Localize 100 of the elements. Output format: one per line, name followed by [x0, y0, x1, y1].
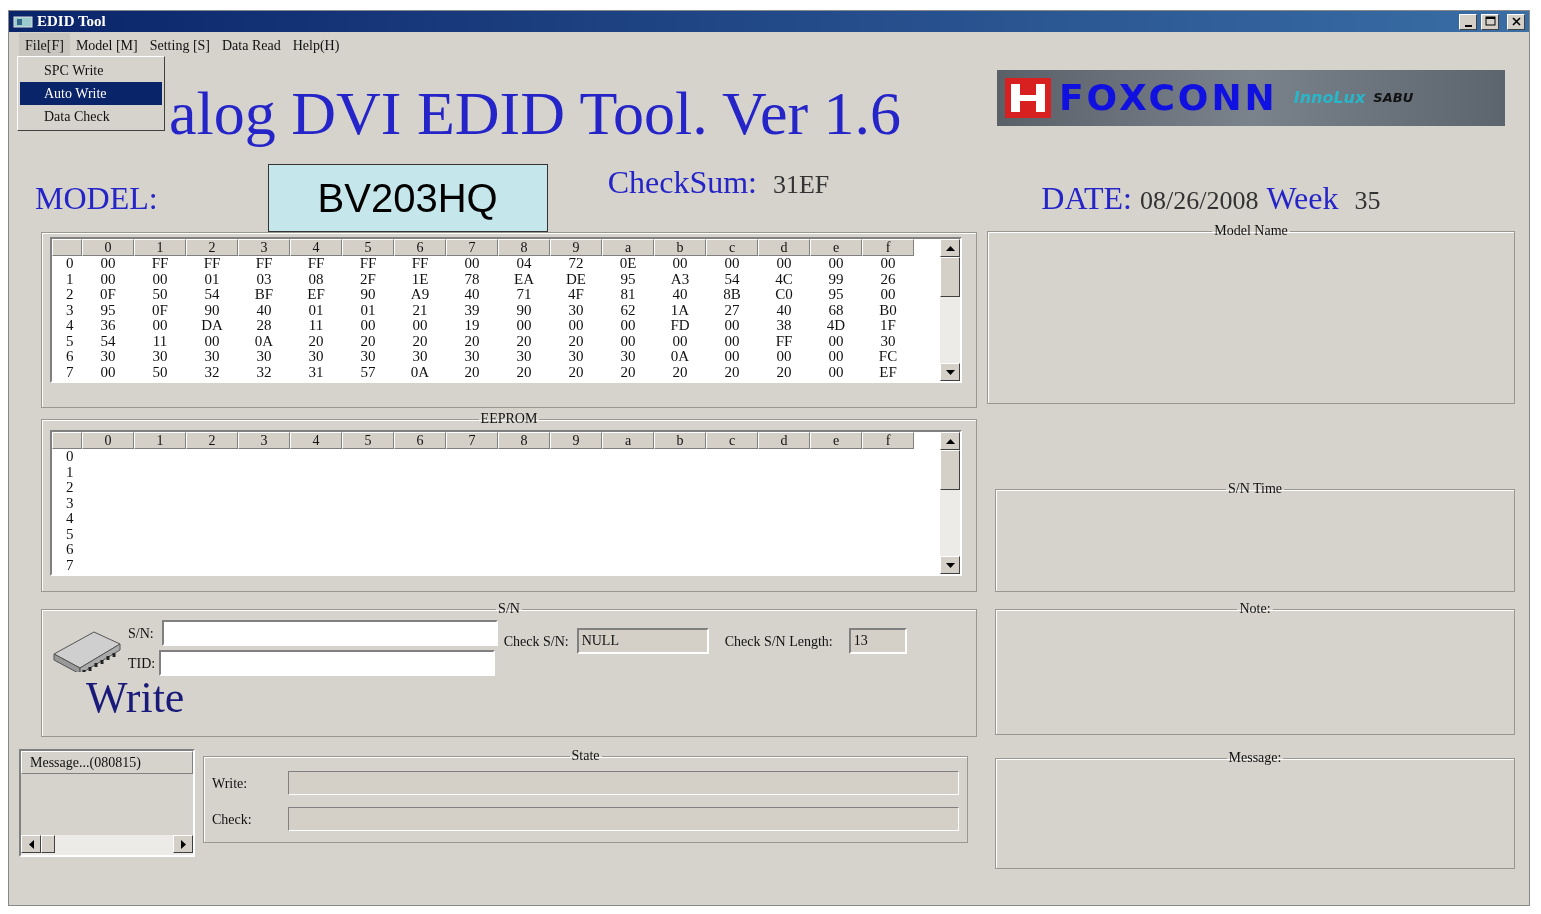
- menu-item[interactable]: Data Read: [216, 32, 287, 58]
- minimize-icon: [1464, 24, 1472, 27]
- app-heading: alog DVI EDID Tool. Ver 1.6: [169, 82, 902, 149]
- scroll-right-button[interactable]: [173, 835, 193, 853]
- table-cell-text: 00: [99, 271, 117, 287]
- table-cell-text: 00: [723, 349, 741, 365]
- table-cell-text: 54: [723, 271, 741, 287]
- scroll-up-button[interactable]: [940, 239, 960, 257]
- table-cell-text: 00: [359, 318, 377, 334]
- check-sn-label: Check S/N:: [503, 632, 569, 651]
- table-cell-text: 40: [671, 287, 689, 303]
- scroll-thumb[interactable]: [41, 835, 55, 853]
- table-cell-text: FF: [774, 333, 794, 349]
- table-cell-text: FF: [254, 256, 274, 272]
- right-arrow-icon: [180, 839, 186, 849]
- scrollbar[interactable]: [940, 239, 960, 381]
- menu-item[interactable]: Help(H): [286, 32, 346, 58]
- row-header: 2: [65, 287, 75, 303]
- list-header[interactable]: Message...(080815): [21, 751, 193, 774]
- table-cell-text: 00: [827, 364, 845, 380]
- row-header: 0: [65, 449, 75, 465]
- table-cell-text: FF: [306, 256, 326, 272]
- table-cell-text: BF: [253, 287, 275, 303]
- table-cell-text: 40: [463, 287, 481, 303]
- progress-label: Check:: [212, 810, 253, 829]
- table-cell-text: 32: [255, 364, 273, 380]
- table-cell-text: 00: [463, 256, 481, 272]
- table-cell-text: 50: [151, 364, 169, 380]
- logo-tag: SABU: [1373, 88, 1414, 108]
- table-cell-text: 1A: [669, 302, 691, 318]
- scroll-down-button[interactable]: [940, 363, 960, 381]
- table-cell-text: 30: [203, 349, 221, 365]
- row-header: 5: [65, 526, 75, 542]
- scroll-thumb[interactable]: [940, 450, 960, 490]
- table-cell-text: 30: [567, 302, 585, 318]
- table-cell-text: 20: [619, 364, 637, 380]
- scroll-down-button[interactable]: [940, 556, 960, 574]
- column-header: 7: [446, 432, 498, 449]
- logo-text: FOXCONN: [1059, 80, 1278, 116]
- table-cell-text: 00: [879, 256, 897, 272]
- progress-label: Write:: [212, 774, 249, 793]
- table-cell-text: 90: [203, 302, 221, 318]
- row-header: 5: [65, 333, 75, 349]
- table-cell-text: 0A: [669, 349, 691, 365]
- week-value: 35: [1354, 185, 1381, 217]
- table-cell-text: EF: [306, 287, 326, 303]
- table-cell-text: 30: [307, 349, 325, 365]
- scroll-up-button[interactable]: [940, 432, 960, 450]
- column-header: d: [758, 239, 810, 256]
- menu-option[interactable]: Data Check: [20, 105, 162, 128]
- menu-item[interactable]: File[F]: [19, 32, 70, 58]
- table-cell-text: 71: [515, 287, 533, 303]
- table-cell-text: 01: [359, 302, 377, 318]
- table-cell-text: 30: [619, 349, 637, 365]
- menu-item[interactable]: Setting [S]: [143, 32, 216, 58]
- minimize-button[interactable]: [1459, 13, 1477, 30]
- column-header: f: [862, 239, 914, 256]
- table-cell-text: 30: [567, 349, 585, 365]
- table-cell-text: 20: [671, 364, 689, 380]
- group-title: Model Name: [1213, 224, 1289, 238]
- table-cell-text: 4C: [774, 271, 794, 287]
- table-cell-text: 1E: [410, 271, 430, 287]
- table-cell-text: DA: [200, 318, 224, 334]
- menu-option[interactable]: SPC Write: [20, 59, 162, 82]
- scrollbar[interactable]: [940, 432, 960, 574]
- table-cell-text: 8B: [722, 287, 742, 303]
- table-cell-text: 0F: [99, 287, 117, 303]
- table-cell-text: 0E: [618, 256, 638, 272]
- check-length-label: Check S/N Length:: [724, 632, 833, 651]
- table-cell-text: 30: [411, 349, 429, 365]
- scroll-thumb[interactable]: [940, 257, 960, 297]
- row-header: 0: [65, 256, 75, 272]
- table-cell-text: 00: [671, 256, 689, 272]
- table-cell-text: 36: [99, 318, 117, 334]
- table-cell-text: 90: [359, 287, 377, 303]
- horizontal-scrollbar[interactable]: [21, 835, 193, 855]
- table-cell-text: EA: [513, 271, 535, 287]
- column-header: 4: [290, 432, 342, 449]
- table-cell-text: 38: [775, 318, 793, 334]
- tid-field[interactable]: [159, 650, 496, 676]
- date-label: DATE:: [1041, 179, 1132, 218]
- table-cell-text: 32: [203, 364, 221, 380]
- table-cell-text: 95: [619, 271, 637, 287]
- table-cell-text: 20: [723, 364, 741, 380]
- table-cell-text: 26: [879, 271, 897, 287]
- checksum-value: 31EF: [773, 169, 830, 201]
- scroll-left-button[interactable]: [21, 835, 41, 853]
- table-cell-text: 20: [567, 333, 585, 349]
- sn-field[interactable]: [161, 620, 498, 646]
- menu-item[interactable]: Model [M]: [69, 32, 144, 58]
- group-title: S/N: [497, 602, 521, 616]
- table-cell-text: 81: [619, 287, 637, 303]
- maximize-button[interactable]: [1481, 13, 1499, 30]
- table-cell-text: 95: [827, 287, 845, 303]
- table-cell-text: 00: [151, 318, 169, 334]
- close-button[interactable]: [1507, 13, 1525, 30]
- field-label: S/N:: [128, 624, 155, 643]
- table-cell-text: 4D: [825, 318, 847, 334]
- menu-option[interactable]: Auto Write: [20, 82, 162, 105]
- row-header: 4: [65, 511, 75, 527]
